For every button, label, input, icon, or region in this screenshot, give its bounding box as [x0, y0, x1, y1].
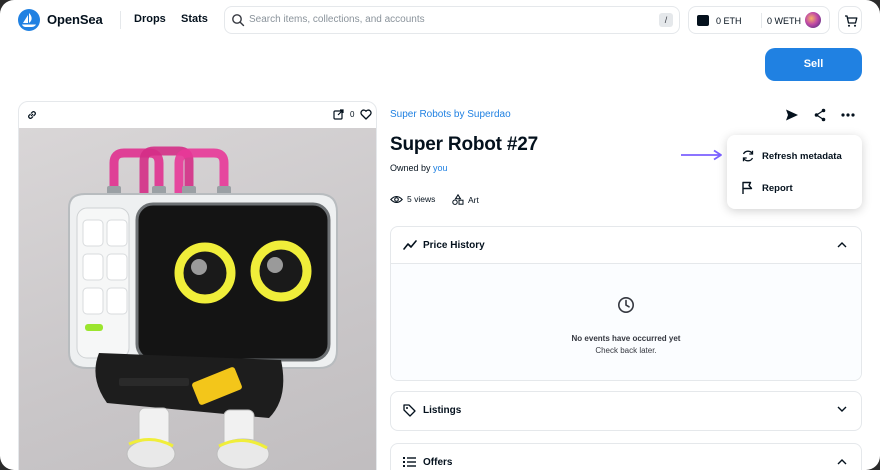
owner-line: Owned by you — [390, 163, 448, 173]
category-tag[interactable]: Art — [452, 194, 479, 205]
flag-icon — [742, 181, 753, 194]
wallet-divider — [761, 13, 762, 28]
transfer-send-icon[interactable] — [785, 108, 799, 122]
eye-icon — [390, 195, 403, 203]
image-card-header: 0 — [19, 102, 376, 128]
list-icon — [403, 457, 416, 467]
heart-icon[interactable] — [360, 109, 372, 120]
chain-link-icon[interactable] — [26, 109, 38, 121]
annotation-arrow — [681, 149, 722, 161]
robot-illustration — [68, 146, 338, 470]
owner-link[interactable]: you — [433, 163, 448, 173]
cart-icon — [845, 15, 858, 27]
nav-link-stats[interactable]: Stats — [181, 13, 208, 25]
brand-name[interactable]: OpenSea — [47, 12, 103, 27]
refresh-icon — [742, 150, 754, 162]
wallet-balance[interactable]: 0 ETH 0 WETH — [688, 6, 830, 34]
cart-button[interactable] — [838, 6, 862, 34]
search-shortcut-key: / — [659, 13, 673, 27]
empty-state-subtitle: Check back later. — [595, 346, 657, 355]
listings-panel[interactable]: Listings — [390, 391, 862, 431]
offers-panel[interactable]: Offers — [390, 443, 862, 470]
category-text: Art — [468, 194, 479, 205]
external-link-icon[interactable] — [333, 109, 344, 120]
search-icon — [232, 14, 245, 27]
owned-by-label: Owned by — [390, 163, 431, 173]
price-history-header[interactable]: Price History — [391, 227, 861, 264]
listings-title: Listings — [423, 405, 462, 416]
view-count: 5 views — [390, 194, 435, 204]
item-image-card: 0 — [18, 101, 377, 470]
listings-header[interactable]: Listings — [391, 392, 861, 429]
eth-balance: 0 ETH — [716, 16, 742, 26]
favorites-count: 0 — [350, 110, 355, 119]
profile-avatar[interactable] — [805, 12, 821, 28]
report-label: Report — [762, 183, 793, 194]
chevron-up-icon[interactable] — [837, 241, 847, 248]
nav-link-drops[interactable]: Drops — [134, 13, 166, 25]
nav-divider — [120, 11, 121, 29]
trend-line-icon — [403, 240, 417, 250]
price-history-title: Price History — [423, 240, 485, 251]
weth-balance: 0 WETH — [767, 16, 802, 26]
opensea-logo[interactable] — [18, 9, 40, 31]
search-placeholder[interactable]: Search items, collections, and accounts — [249, 14, 425, 25]
menu-item-report[interactable]: Report — [727, 172, 862, 204]
refresh-metadata-label: Refresh metadata — [762, 151, 842, 162]
offers-title: Offers — [423, 457, 453, 468]
sell-button[interactable]: Sell — [765, 48, 862, 81]
top-nav: OpenSea Drops Stats Search items, collec… — [0, 0, 880, 40]
views-text: 5 views — [407, 194, 436, 204]
chevron-down-icon[interactable] — [837, 406, 847, 413]
more-options-menu: Refresh metadata Report — [727, 135, 862, 209]
tag-icon — [403, 404, 416, 417]
more-options-icon[interactable] — [841, 113, 855, 117]
sailboat-icon — [22, 13, 36, 27]
item-title: Super Robot #27 — [390, 134, 538, 155]
shapes-icon — [452, 194, 464, 205]
menu-item-refresh-metadata[interactable]: Refresh metadata — [727, 140, 862, 172]
search-bar[interactable]: Search items, collections, and accounts … — [224, 6, 680, 34]
wallet-icon — [697, 15, 709, 26]
clock-icon — [618, 297, 634, 313]
empty-state-title: No events have occurred yet — [571, 334, 681, 343]
offers-header[interactable]: Offers — [391, 444, 861, 470]
chevron-up-icon[interactable] — [837, 458, 847, 465]
nft-robot-image[interactable] — [19, 128, 376, 470]
price-history-panel: Price History No events have occurred ye… — [390, 226, 862, 381]
collection-link[interactable]: Super Robots by Superdao — [390, 109, 511, 120]
share-icon[interactable] — [814, 108, 826, 122]
price-history-body: No events have occurred yet Check back l… — [391, 264, 861, 380]
app-frame: OpenSea Drops Stats Search items, collec… — [0, 0, 880, 470]
